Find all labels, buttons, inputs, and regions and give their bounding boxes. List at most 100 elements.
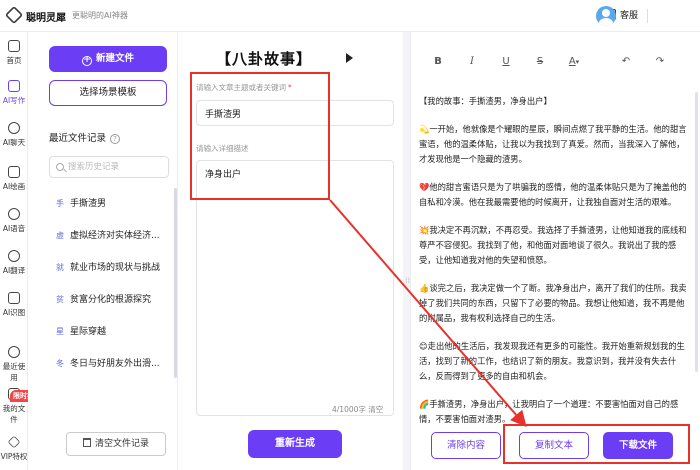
required-mark: * xyxy=(288,83,292,92)
nav-item-label: AI识图 xyxy=(2,308,26,317)
nav-item-ai-chat[interactable]: AI聊天 xyxy=(0,122,28,148)
content-paragraph: 💥我决定不再沉默，不再忍受。我选择了手撕渣男，让他知道我的底线和尊严不容侵犯。我… xyxy=(419,225,687,265)
nav-item-recent[interactable]: 最近使用 xyxy=(0,346,28,383)
underline-button[interactable]: U xyxy=(497,56,515,67)
char-count: 4/1000字 清空 xyxy=(332,404,383,415)
recent-files-heading: 最近文件记录? xyxy=(49,130,121,144)
undo-icon[interactable]: ↶ xyxy=(617,56,635,67)
chevron-down-icon[interactable]: ⌄ xyxy=(622,9,630,19)
history-title: 虚拟经济对实体经济... xyxy=(70,231,160,241)
history-title: 就业市场的现状与挑战 xyxy=(70,263,161,273)
nav-item-label: AI聊天 xyxy=(2,138,26,147)
history-item[interactable]: 星星际穿越 xyxy=(56,324,168,340)
history-tag: 手 xyxy=(56,199,64,208)
strikethrough-button[interactable]: S xyxy=(531,56,549,67)
content-scrollbar[interactable] xyxy=(695,92,698,372)
copy-text-button[interactable]: 复制文本 xyxy=(519,432,589,459)
history-title: 冬日与好朋友外出滑... xyxy=(70,359,160,369)
plus-icon: + xyxy=(81,55,92,66)
content-paragraph: 💔他的甜言蜜语只是为了哄骗我的感情，他的温柔体贴只是为了掩盖他的自私和冷漠。他在… xyxy=(419,182,687,207)
play-icon[interactable] xyxy=(346,53,353,63)
recent-files-title: 最近文件记录 xyxy=(49,133,107,144)
brand-name: 聪明灵犀 xyxy=(26,13,66,24)
clear-input-link[interactable]: 清空 xyxy=(368,405,383,414)
char-count-value: 4/1000字 xyxy=(332,405,366,414)
input-panel: 【八卦故事】 请输入文章主题或者关键词 * 手撕渣男 请输入详细描述 净身出户 4… xyxy=(178,32,403,470)
logo-icon xyxy=(4,5,24,25)
history-tag: 就 xyxy=(56,263,64,272)
template-title: 【八卦故事】 xyxy=(216,50,313,68)
history-tag: 贫 xyxy=(56,295,64,304)
format-toolbar: B I U S A▾ ↶ ↷ xyxy=(411,54,700,74)
history-title: 贫富分化的根源探究 xyxy=(70,295,152,305)
chat-bubble-icon xyxy=(8,122,20,134)
avatar[interactable] xyxy=(596,6,616,26)
help-icon[interactable]: ? xyxy=(110,134,121,144)
history-item[interactable]: 贫贫富分化的根源探究 xyxy=(56,292,168,308)
content-paragraph: 🌈手撕渣男，净身出户，让我明白了一个道理：不要害怕面对自己的感情，不要害怕面对渣… xyxy=(419,399,679,424)
redo-icon[interactable]: ↷ xyxy=(651,56,669,67)
nav-item-ai-translate[interactable]: AI翻译 xyxy=(0,250,28,276)
nav-item-label: 最近使用 xyxy=(2,362,26,382)
history-title: 手撕渣男 xyxy=(70,199,107,209)
topic-label-text: 请输入文章主题或者关键词 xyxy=(196,83,286,92)
nav-item-label: AI语音 xyxy=(2,224,26,233)
download-file-button[interactable]: 下载文件 xyxy=(603,432,673,459)
history-item[interactable]: 虚虚拟经济对实体经济... xyxy=(56,228,168,244)
history-tag: 冬 xyxy=(56,359,64,368)
diamond-icon xyxy=(7,435,21,449)
clear-content-button[interactable]: 清除内容 xyxy=(431,432,501,459)
content-paragraph: 👍谈完之后，我决定做一个了断。我净身出户，离开了我们的住所。我卖掉了我们共同的东… xyxy=(419,283,687,323)
content-paragraph: 💫一开始，他就像是个耀眼的星辰，瞬间点燃了我平静的生活。他的甜言蜜语，他的温柔体… xyxy=(419,124,687,164)
topic-input[interactable]: 手撕渣男 xyxy=(196,100,394,126)
clear-history-label: 清空文件记录 xyxy=(94,439,149,449)
nav-item-vip[interactable]: VIP特权 xyxy=(0,435,28,462)
history-tag: 虚 xyxy=(56,231,64,240)
nav-item-ai-voice[interactable]: AI语音 xyxy=(0,208,28,234)
main-nav: 首页 AI写作 AI聊天 AI绘画 AI语音 AI翻译 AI识图 最近使用 我的… xyxy=(0,32,28,470)
nav-item-ai-writing[interactable]: AI写作 xyxy=(0,80,28,106)
nav-item-label: AI绘画 xyxy=(2,182,26,191)
new-file-button[interactable]: + 新建文件 xyxy=(49,46,167,72)
headphone-icon xyxy=(8,208,20,220)
caret-down-icon: ▾ xyxy=(575,58,580,66)
translate-icon xyxy=(8,250,20,262)
history-scrollbar[interactable] xyxy=(174,188,177,378)
detail-textarea[interactable]: 净身出户 xyxy=(196,160,394,416)
pen-icon xyxy=(8,80,20,92)
topic-label: 请输入文章主题或者关键词 * xyxy=(196,82,292,93)
home-icon xyxy=(8,40,20,52)
new-file-label: 新建文件 xyxy=(95,53,134,64)
history-item[interactable]: 就就业市场的现状与挑战 xyxy=(56,260,168,276)
content-paragraph: 【我的故事：手撕渣男，净身出户】 xyxy=(419,96,552,106)
brand-slogan: 更聪明的AI神器 xyxy=(72,11,128,20)
nav-item-label: AI写作 xyxy=(2,96,26,105)
history-item[interactable]: 冬冬日与好朋友外出滑... xyxy=(56,356,168,372)
bold-button[interactable]: B xyxy=(429,56,447,67)
generated-content[interactable]: 【我的故事：手撕渣男，净身出户】 💫一开始，他就像是个耀眼的星辰，瞬间点燃了我平… xyxy=(419,94,691,424)
font-color-label: A xyxy=(568,56,576,67)
nav-item-label: 我的文件 xyxy=(2,404,26,424)
content-paragraph: 😊走出他的生活后，我发现我还有更多的可能性。我开始重新规划我的生活，找到了新的工… xyxy=(419,341,685,381)
top-bar: 聪明灵犀 更聪明的AI神器 客服 ⌄ xyxy=(0,0,700,32)
choose-template-button[interactable]: 选择场景模板 xyxy=(49,80,167,106)
font-color-button[interactable]: A▾ xyxy=(565,56,583,67)
paint-icon xyxy=(8,166,20,178)
nav-item-home[interactable]: 首页 xyxy=(0,40,28,66)
history-search-input[interactable] xyxy=(68,162,158,172)
history-item[interactable]: 手手撕渣男 xyxy=(56,196,168,212)
nav-item-ai-paint[interactable]: AI绘画 xyxy=(0,166,28,192)
search-icon xyxy=(56,163,64,171)
nav-item-label: 首页 xyxy=(6,56,22,65)
clear-history-button[interactable]: 清空文件记录 xyxy=(66,432,166,456)
scan-icon xyxy=(8,292,20,304)
history-title: 星际穿越 xyxy=(70,327,107,337)
output-panel: B I U S A▾ ↶ ↷ 【我的故事：手撕渣男，净身出户】 💫一开始，他就像… xyxy=(410,32,700,470)
regenerate-button[interactable]: 重新生成 xyxy=(248,430,342,458)
trash-icon xyxy=(82,438,91,447)
italic-button[interactable]: I xyxy=(463,56,481,67)
nav-item-ai-ocr[interactable]: AI识图 xyxy=(0,292,28,318)
nav-item-label: VIP特权 xyxy=(0,452,28,461)
history-search[interactable] xyxy=(49,156,169,178)
nav-item-label: AI翻译 xyxy=(2,266,26,275)
